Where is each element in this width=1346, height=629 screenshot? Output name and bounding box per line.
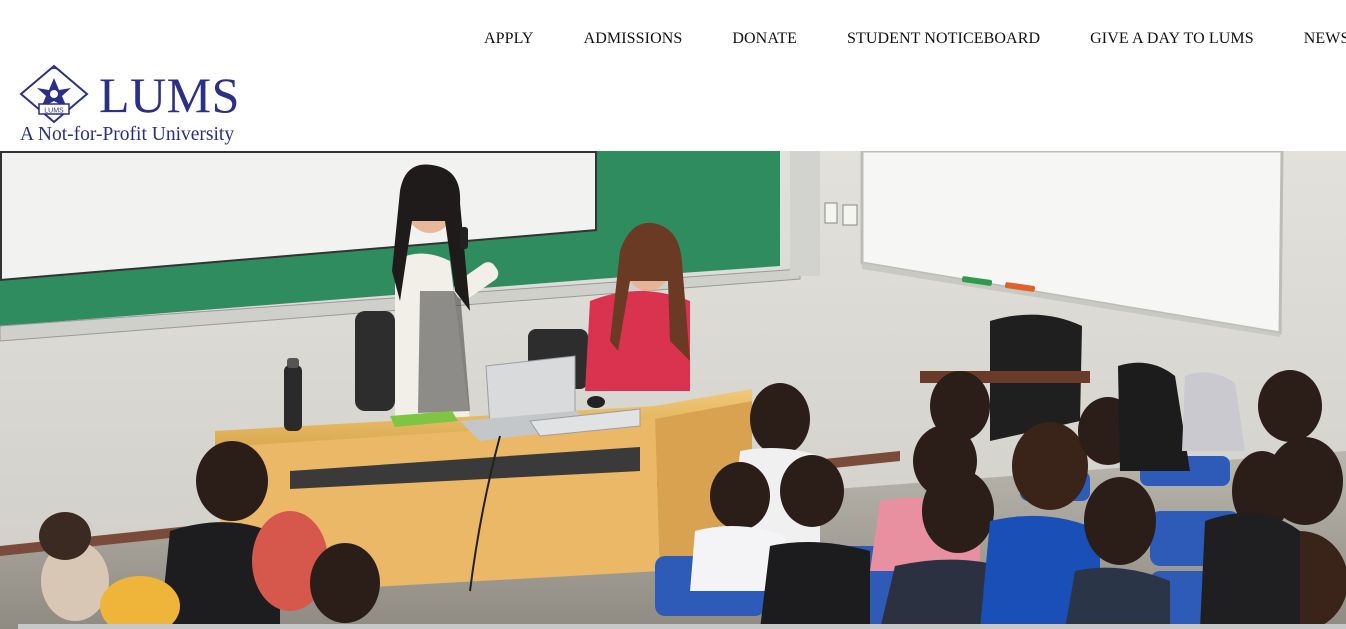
top-navigation: APPLY ADMISSIONS DONATE STUDENT NOTICEBO… — [484, 30, 1346, 48]
logo-tagline: A Not-for-Profit University — [20, 124, 235, 145]
hero-bottom-bar — [18, 624, 1346, 629]
nav-link-donate[interactable]: DONATE — [732, 30, 797, 48]
emblem-label: LUMS — [44, 108, 64, 115]
nav-link-give-a-day[interactable]: GIVE A DAY TO LUMS — [1090, 30, 1254, 48]
hero-banner-image — [0, 151, 1346, 629]
nav-link-apply[interactable]: APPLY — [484, 30, 534, 48]
lums-emblem-icon: LUMS — [19, 64, 89, 124]
nav-link-news[interactable]: NEWS — [1304, 30, 1346, 48]
site-header: APPLY ADMISSIONS DONATE STUDENT NOTICEBO… — [0, 0, 1346, 151]
nav-link-student-noticeboard[interactable]: STUDENT NOTICEBOARD — [847, 30, 1040, 48]
classroom-photo-icon — [0, 151, 1346, 629]
logo-wordmark: LUMS — [99, 67, 240, 123]
lums-logo[interactable]: LUMS LUMS A Not-for-Profit University — [19, 64, 249, 148]
nav-link-admissions[interactable]: ADMISSIONS — [584, 30, 683, 48]
